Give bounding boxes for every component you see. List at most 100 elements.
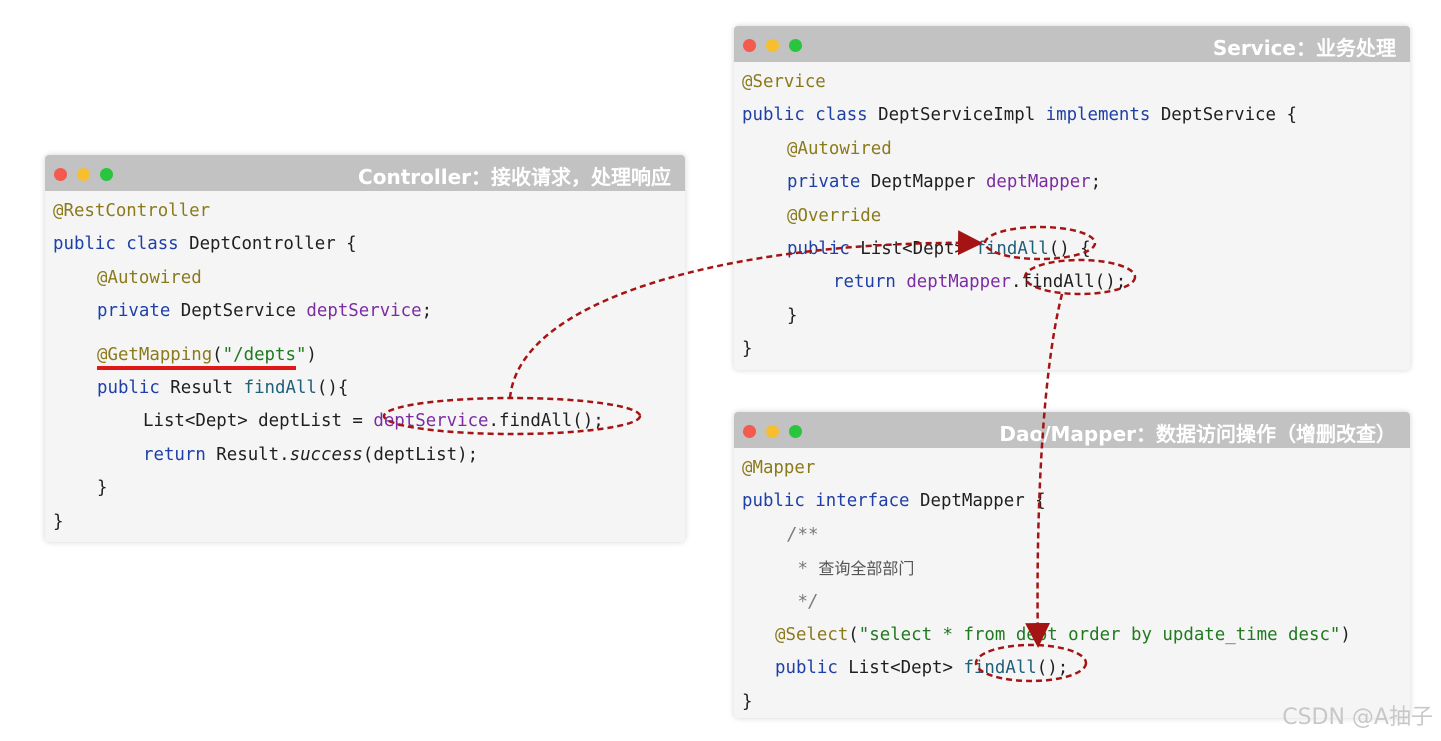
annotation: @Service	[742, 72, 826, 92]
controller-panel: Controller：接收请求，处理响应 @RestController pub…	[45, 155, 685, 542]
code-text: DeptService	[170, 301, 307, 322]
controller-code: @RestController public class DeptControl…	[45, 191, 685, 539]
maximize-dot-icon	[789, 425, 802, 438]
keyword: public	[775, 658, 838, 679]
field: deptService	[306, 301, 422, 322]
annotation: @Mapper	[742, 458, 816, 478]
code-line: @RestController	[53, 195, 685, 228]
service-panel: Service：业务处理 @Service public class DeptS…	[734, 26, 1410, 370]
code-text: Result.	[205, 444, 290, 465]
code-text: (	[848, 624, 859, 645]
keyword: implements	[1045, 105, 1151, 126]
annotation: @Autowired	[97, 267, 202, 288]
code-text: }	[787, 305, 798, 326]
close-dot-icon	[743, 39, 756, 52]
code-text: ();	[1036, 658, 1069, 679]
keyword: public	[97, 377, 160, 398]
controller-title: Controller：接收请求，处理响应	[358, 165, 671, 189]
code-line: }	[53, 472, 685, 505]
method-name: findAll	[243, 377, 317, 398]
keyword: private	[97, 301, 171, 322]
code-text: .findAll();	[488, 411, 604, 432]
annotation: @Select	[775, 624, 849, 645]
controller-titlebar: Controller：接收请求，处理响应	[45, 155, 685, 191]
keyword: public	[787, 238, 850, 259]
code-text: DeptController {	[178, 234, 357, 255]
keyword: return	[143, 444, 206, 465]
code-text: }	[97, 478, 108, 499]
code-line: @Autowired	[53, 262, 685, 295]
code-line: }	[742, 300, 1410, 333]
minimize-dot-icon	[77, 168, 90, 181]
code-line: return deptMapper.findAll();	[742, 266, 1410, 299]
comment: /**	[787, 524, 819, 545]
keyword: public interface	[742, 491, 910, 512]
maximize-dot-icon	[100, 168, 113, 181]
code-text: DeptServiceImpl	[867, 105, 1046, 126]
mapper-titlebar: Dao/Mapper：数据访问操作（增删改查）	[734, 412, 1410, 448]
code-line: private DeptMapper deptMapper;	[742, 166, 1410, 199]
code-line: public class DeptServiceImpl implements …	[742, 99, 1410, 132]
code-line: public interface DeptMapper {	[742, 485, 1410, 518]
code-line: }	[742, 333, 1410, 366]
mapper-code: @Mapper public interface DeptMapper { /*…	[734, 448, 1410, 718]
code-text: (){	[316, 377, 349, 398]
code-text: }	[742, 691, 753, 712]
annotation: @Override	[787, 205, 882, 226]
code-line: @Select("select * from dept order by upd…	[742, 619, 1410, 652]
code-text: )	[1340, 624, 1351, 645]
code-line: /**	[742, 519, 1410, 552]
code-text: List<Dept>	[849, 238, 976, 259]
annotation: @Autowired	[787, 138, 892, 159]
window-controls	[743, 423, 812, 442]
code-line: @Autowired	[742, 133, 1410, 166]
service-titlebar: Service：业务处理	[734, 26, 1410, 62]
code-text: )	[306, 344, 317, 365]
close-dot-icon	[54, 168, 67, 181]
code-line: }	[53, 506, 685, 539]
minimize-dot-icon	[766, 39, 779, 52]
code-text: }	[53, 511, 64, 532]
field: deptMapper	[985, 172, 1091, 193]
service-code: @Service public class DeptServiceImpl im…	[734, 62, 1410, 367]
maximize-dot-icon	[789, 39, 802, 52]
code-line: @Service	[742, 66, 1410, 99]
code-text: Result	[159, 377, 244, 398]
code-text: DeptService {	[1150, 105, 1297, 126]
code-line: return Result.success(deptList);	[53, 439, 685, 472]
code-line: * 查询全部部门	[742, 552, 1410, 585]
close-dot-icon	[743, 425, 756, 438]
mapper-panel: Dao/Mapper：数据访问操作（增删改查） @Mapper public i…	[734, 412, 1410, 718]
keyword: public class	[53, 234, 179, 255]
code-text: () {	[1048, 238, 1091, 259]
watermark: CSDN @A抽子	[1282, 705, 1433, 730]
keyword: private	[787, 172, 861, 193]
code-text: .findAll();	[1011, 272, 1127, 293]
code-text: DeptMapper	[860, 172, 986, 193]
annotation: @GetMapping	[97, 344, 213, 365]
mapper-title: Dao/Mapper：数据访问操作（增删改查）	[999, 422, 1396, 446]
code-line: public class DeptController {	[53, 228, 685, 261]
code-text: List<Dept>	[837, 658, 964, 679]
code-text: List<Dept> deptList =	[143, 411, 374, 432]
code-text: (deptList);	[362, 444, 479, 465]
method-name: findAll	[975, 238, 1049, 259]
code-text: ;	[421, 301, 433, 322]
getmapping-underline	[97, 366, 296, 370]
window-controls	[743, 37, 812, 56]
comment: */	[787, 591, 819, 612]
code-line: @Mapper	[742, 452, 1410, 485]
code-line: public List<Dept> findAll();	[742, 652, 1410, 685]
comment-text: 查询全部部门	[818, 559, 915, 579]
code-line: public Result findAll(){	[53, 372, 685, 405]
code-line: */	[742, 586, 1410, 619]
code-text: (	[212, 344, 223, 365]
string: "/depts"	[222, 344, 307, 365]
keyword: public class	[742, 105, 868, 126]
code-line: List<Dept> deptList = deptService.findAl…	[53, 405, 685, 438]
service-title: Service：业务处理	[1212, 36, 1396, 60]
code-text: ;	[1090, 172, 1102, 193]
code-line: public List<Dept> findAll() {	[742, 233, 1410, 266]
